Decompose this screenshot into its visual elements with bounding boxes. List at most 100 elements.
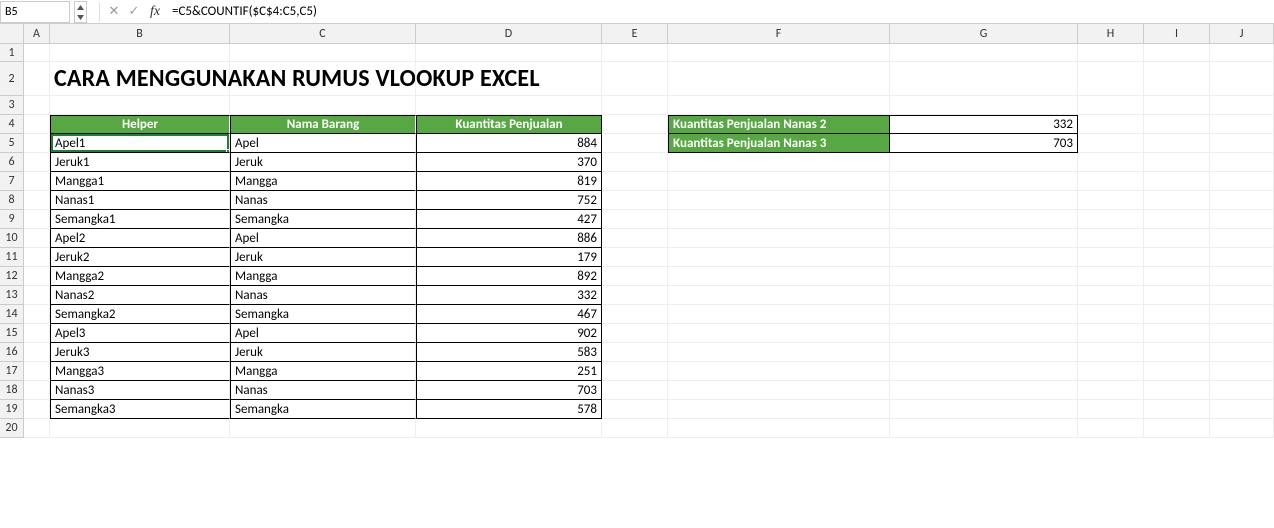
cell[interactable] — [602, 62, 668, 96]
cell[interactable] — [1144, 115, 1210, 134]
cell-helper[interactable]: Apel1 — [50, 134, 230, 153]
cell[interactable] — [1144, 419, 1210, 438]
cell[interactable] — [1210, 267, 1274, 286]
cell[interactable] — [24, 191, 50, 210]
cell[interactable] — [416, 419, 602, 438]
cell[interactable] — [602, 172, 668, 191]
cell[interactable] — [1210, 362, 1274, 381]
cell[interactable] — [602, 134, 668, 153]
cell[interactable] — [416, 96, 602, 115]
cell[interactable] — [1078, 44, 1144, 62]
cell-kuantitas[interactable]: 886 — [416, 229, 602, 248]
cell[interactable] — [24, 134, 50, 153]
cell[interactable] — [1210, 153, 1274, 172]
cell-helper[interactable]: Semangka2 — [50, 305, 230, 324]
cell[interactable] — [602, 153, 668, 172]
cell[interactable] — [668, 400, 890, 419]
cell-nama[interactable]: Nanas — [230, 191, 416, 210]
cell-kuantitas[interactable]: 884 — [416, 134, 602, 153]
cell[interactable] — [668, 172, 890, 191]
cell[interactable] — [1210, 115, 1274, 134]
cell[interactable] — [602, 115, 668, 134]
cell[interactable] — [668, 381, 890, 400]
column-header-B[interactable]: B — [50, 24, 230, 44]
cell[interactable] — [602, 96, 668, 115]
row-header-8[interactable]: 8 — [0, 191, 24, 210]
cell-helper[interactable]: Mangga3 — [50, 362, 230, 381]
fill-handle[interactable] — [226, 149, 230, 153]
cell[interactable] — [1210, 191, 1274, 210]
column-header-A[interactable]: A — [24, 24, 50, 44]
cell-kuantitas[interactable]: 578 — [416, 400, 602, 419]
cell-helper[interactable]: Apel2 — [50, 229, 230, 248]
cell[interactable] — [1210, 324, 1274, 343]
cell[interactable] — [1144, 381, 1210, 400]
cell[interactable] — [890, 324, 1078, 343]
cell[interactable] — [1078, 115, 1144, 134]
row-header-11[interactable]: 11 — [0, 248, 24, 267]
row-header-6[interactable]: 6 — [0, 153, 24, 172]
cell[interactable] — [602, 248, 668, 267]
cell[interactable] — [668, 343, 890, 362]
row-header-2[interactable]: 2 — [0, 62, 24, 96]
row-header-19[interactable]: 19 — [0, 400, 24, 419]
cell-helper[interactable]: Semangka1 — [50, 210, 230, 229]
cell[interactable] — [1210, 286, 1274, 305]
column-header-D[interactable]: D — [416, 24, 602, 44]
cell[interactable] — [1078, 267, 1144, 286]
cell[interactable] — [1144, 267, 1210, 286]
cell-kuantitas[interactable]: 332 — [416, 286, 602, 305]
cell[interactable] — [1078, 96, 1144, 115]
cell[interactable] — [1144, 229, 1210, 248]
cell-nama[interactable]: Apel — [230, 229, 416, 248]
cell[interactable] — [1078, 381, 1144, 400]
row-header-18[interactable]: 18 — [0, 381, 24, 400]
name-box-spinner[interactable] — [74, 1, 87, 23]
cell[interactable] — [24, 248, 50, 267]
cell[interactable] — [668, 248, 890, 267]
cell[interactable] — [24, 267, 50, 286]
cell[interactable] — [890, 62, 1078, 96]
cell[interactable] — [1210, 248, 1274, 267]
column-header-H[interactable]: H — [1078, 24, 1144, 44]
select-all-corner[interactable] — [0, 24, 24, 44]
cell[interactable] — [1078, 229, 1144, 248]
cell[interactable] — [668, 62, 890, 96]
cell[interactable] — [890, 44, 1078, 62]
cell[interactable] — [890, 267, 1078, 286]
cell[interactable] — [1144, 44, 1210, 62]
cell[interactable] — [602, 210, 668, 229]
column-header-J[interactable]: J — [1210, 24, 1274, 44]
cell[interactable] — [24, 229, 50, 248]
cell[interactable] — [668, 153, 890, 172]
cell[interactable] — [24, 381, 50, 400]
cell[interactable] — [668, 96, 890, 115]
cell[interactable] — [1144, 343, 1210, 362]
cell-helper[interactable]: Jeruk1 — [50, 153, 230, 172]
cell-helper[interactable]: Nanas2 — [50, 286, 230, 305]
cell[interactable] — [1078, 153, 1144, 172]
cell[interactable] — [24, 343, 50, 362]
cell-kuantitas[interactable]: 251 — [416, 362, 602, 381]
cell[interactable] — [1078, 343, 1144, 362]
cell[interactable] — [668, 210, 890, 229]
cell[interactable] — [1078, 134, 1144, 153]
cell-nama[interactable]: Apel — [230, 134, 416, 153]
cell[interactable] — [890, 419, 1078, 438]
cell-nama[interactable]: Apel — [230, 324, 416, 343]
row-header-15[interactable]: 15 — [0, 324, 24, 343]
cell[interactable] — [890, 153, 1078, 172]
cell[interactable] — [890, 400, 1078, 419]
cell[interactable] — [668, 286, 890, 305]
cell[interactable] — [890, 229, 1078, 248]
column-header-I[interactable]: I — [1144, 24, 1210, 44]
cell[interactable] — [1210, 44, 1274, 62]
cell-kuantitas[interactable]: 370 — [416, 153, 602, 172]
cell-helper[interactable]: Nanas3 — [50, 381, 230, 400]
cell-nama[interactable]: Jeruk — [230, 343, 416, 362]
cell[interactable] — [24, 324, 50, 343]
column-header-G[interactable]: G — [890, 24, 1078, 44]
cell[interactable] — [1144, 134, 1210, 153]
cell[interactable] — [24, 210, 50, 229]
cell[interactable] — [1210, 381, 1274, 400]
